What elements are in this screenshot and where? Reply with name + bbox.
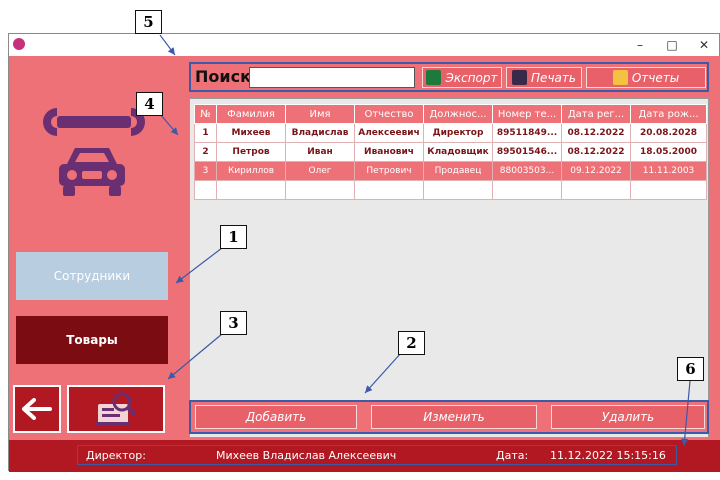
table-row[interactable]: 2 Петров Иван Иванович Кладовщик 8950154… (194, 142, 707, 162)
app-window: – □ ✕ Сотрудники Товары Поиск Экспорт Пе… (8, 33, 720, 472)
table-row-selected[interactable]: 3 Кириллов Олег Петрович Продавец 880035… (194, 161, 707, 181)
close-button[interactable]: ✕ (693, 36, 715, 54)
export-label: Экспорт (445, 70, 498, 85)
search-label: Поиск (195, 67, 251, 86)
table-cell: Олег (285, 161, 355, 181)
table-cell: Кладовщик (423, 142, 493, 162)
table-cell: Иванович (354, 142, 424, 162)
table-header-row: № Фамилия Имя Отчество Должнос... Номер … (194, 104, 707, 124)
role-label: Директор: (86, 449, 146, 462)
sidebar-bottom (9, 380, 181, 440)
table-cell: Михеев (216, 123, 286, 143)
callout-6: 6 (677, 357, 704, 381)
sidebar-nav: Сотрудники Товары (9, 240, 181, 380)
table-cell: 20.08.2028 (630, 123, 707, 143)
reference-book-button[interactable] (67, 385, 165, 433)
date-label: Дата: (496, 449, 529, 462)
reports-label: Отчеты (631, 70, 680, 85)
datetime-value: 11.12.2022 15:15:16 (550, 449, 666, 462)
table-cell: Алексеевич (354, 123, 424, 143)
callout-2: 2 (398, 331, 425, 355)
column-header[interactable]: Имя (285, 104, 355, 124)
status-info: Директор: Михеев Владислав Алексеевич Да… (77, 445, 677, 465)
print-button[interactable]: Печать (506, 67, 582, 88)
reference-book-icon (96, 392, 137, 426)
employees-button[interactable]: Сотрудники (16, 252, 168, 300)
table-cell: 08.12.2022 (561, 123, 631, 143)
edit-button[interactable]: Изменить (371, 405, 537, 429)
sidebar-logo-panel (9, 56, 181, 240)
back-arrow-icon (22, 398, 52, 420)
column-header[interactable]: Номер те... (492, 104, 562, 124)
employees-table-area: № Фамилия Имя Отчество Должнос... Номер … (189, 98, 709, 438)
table-cell: Иван (285, 142, 355, 162)
callout-5: 5 (135, 10, 162, 34)
table-cell: 11.11.2003 (630, 161, 707, 181)
app-icon (13, 38, 25, 50)
table-cell: 89511849... (492, 123, 562, 143)
callout-3: 3 (220, 311, 247, 335)
table-cell: 3 (194, 161, 217, 181)
action-bar: Добавить Изменить Удалить (189, 400, 709, 434)
callout-4: 4 (136, 92, 163, 116)
table-cell: 88003503... (492, 161, 562, 181)
wrench-icon (43, 108, 145, 136)
column-header[interactable]: Дата рож... (630, 104, 707, 124)
search-toolbar: Поиск Экспорт Печать Отчеты (189, 62, 709, 92)
back-button[interactable] (13, 385, 61, 433)
table-row-new[interactable] (194, 180, 707, 200)
table-cell: Кириллов (216, 161, 286, 181)
table-cell: 18.05.2000 (630, 142, 707, 162)
search-input[interactable] (249, 67, 415, 88)
column-header[interactable]: Фамилия (216, 104, 286, 124)
print-label: Печать (531, 70, 576, 85)
column-header[interactable]: № (194, 104, 217, 124)
table-cell: Петров (216, 142, 286, 162)
column-header[interactable]: Дата рег... (561, 104, 631, 124)
table-cell: Петрович (354, 161, 424, 181)
table-cell: 2 (194, 142, 217, 162)
delete-button[interactable]: Удалить (551, 405, 705, 429)
table-row[interactable]: 1 Михеев Владислав Алексеевич Директор 8… (194, 123, 707, 143)
reports-button[interactable]: Отчеты (586, 67, 706, 88)
maximize-button[interactable]: □ (661, 36, 683, 54)
table-cell: 08.12.2022 (561, 142, 631, 162)
column-header[interactable]: Отчество (354, 104, 424, 124)
table-cell: 09.12.2022 (561, 161, 631, 181)
table-cell: Продавец (423, 161, 493, 181)
car-icon (59, 148, 125, 196)
report-icon (612, 70, 628, 85)
title-bar: – □ ✕ (9, 34, 719, 56)
table-cell: 89501546... (492, 142, 562, 162)
status-bar: Директор: Михеев Владислав Алексеевич Да… (9, 440, 720, 472)
employees-table: № Фамилия Имя Отчество Должнос... Номер … (194, 104, 707, 200)
printer-icon (512, 70, 528, 85)
add-button[interactable]: Добавить (195, 405, 357, 429)
column-header[interactable]: Должнос... (423, 104, 493, 124)
callout-1: 1 (220, 225, 247, 249)
goods-button[interactable]: Товары (16, 316, 168, 364)
table-cell: 1 (194, 123, 217, 143)
table-cell: Владислав (285, 123, 355, 143)
export-button[interactable]: Экспорт (422, 67, 502, 88)
minimize-button[interactable]: – (629, 36, 651, 54)
user-name: Михеев Владислав Алексеевич (216, 449, 397, 462)
table-cell: Директор (423, 123, 493, 143)
excel-icon (426, 70, 442, 85)
main-panel: Поиск Экспорт Печать Отчеты № Фамилия Им… (181, 56, 720, 440)
